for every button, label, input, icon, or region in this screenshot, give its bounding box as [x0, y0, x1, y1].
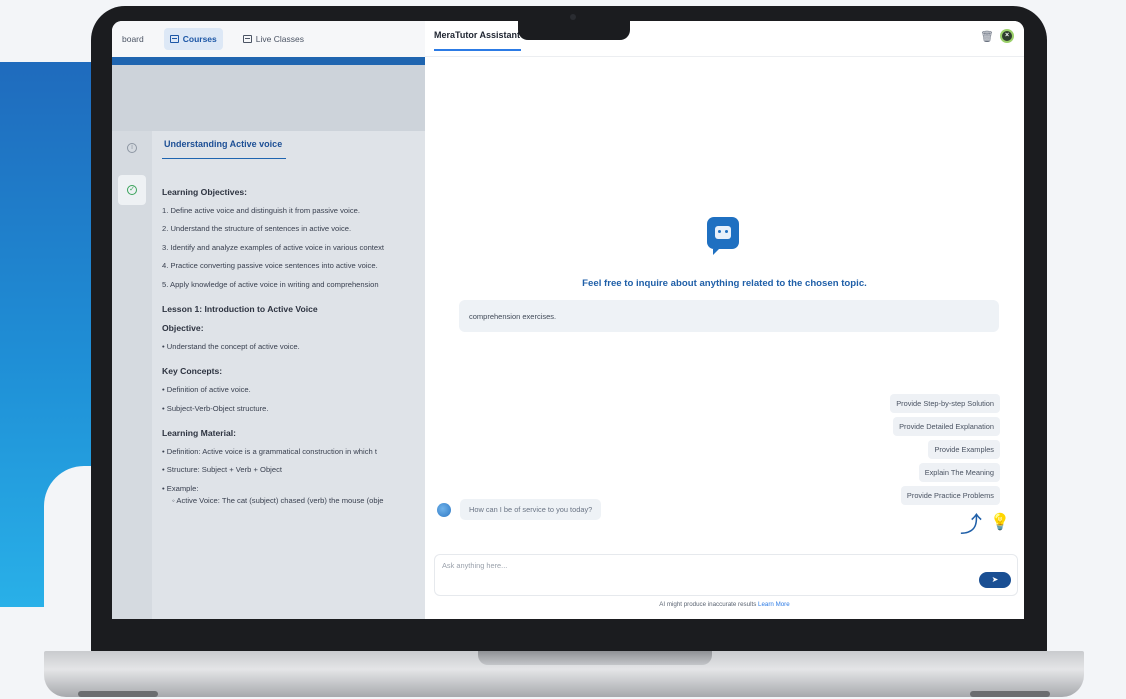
material-item: • Definition: Active voice is a grammati…	[162, 446, 377, 456]
chat-input[interactable]	[442, 561, 842, 570]
objective-item: 1. Define active voice and distinguish i…	[162, 205, 360, 215]
suggestion-detailed-explanation-button[interactable]: Provide Detailed Explanation	[893, 417, 1000, 436]
laptop-screen: board Courses Live Classes i ✓ Understan…	[112, 21, 1024, 619]
example-sub-item: ◦ Active Voice: The cat (subject) chased…	[172, 496, 384, 506]
camera-notch	[518, 6, 630, 40]
assistant-message-row: How can I be of service to you today?	[437, 499, 602, 520]
nav-courses-label: Courses	[182, 34, 217, 44]
send-button[interactable]: ➤	[979, 572, 1011, 588]
active-tab-underline	[434, 49, 521, 51]
info-icon[interactable]: i	[127, 143, 137, 153]
camera-icon	[570, 14, 576, 20]
top-navigation: board Courses Live Classes	[112, 21, 425, 57]
lesson1-title: Lesson 1: Introduction to Active Voice	[162, 304, 318, 315]
header-blue-band	[112, 57, 425, 65]
material-item: • Structure: Subject + Verb + Object	[162, 465, 283, 475]
laptop-foot-right	[970, 691, 1050, 697]
header-grey-band	[112, 65, 425, 131]
assistant-title[interactable]: MeraTutor Assistant	[434, 30, 520, 40]
material-item: • Example:	[162, 483, 199, 493]
robot-icon	[707, 217, 739, 255]
objective-label: Objective:	[162, 323, 204, 334]
nav-dashboard-label: board	[122, 34, 144, 44]
suggestion-explain-meaning-button[interactable]: Explain The Meaning	[918, 463, 1000, 482]
check-icon: ✓	[127, 185, 137, 195]
send-icon: ➤	[991, 575, 999, 584]
lightbulb-icon[interactable]: 💡	[990, 511, 1010, 535]
key-concept-item: • Subject-Verb-Object structure.	[162, 403, 269, 413]
nav-item-dashboard[interactable]: board	[116, 28, 150, 50]
welcome-message: Feel free to inquire about anything rela…	[582, 278, 867, 289]
laptop-base	[44, 651, 1084, 697]
disclaimer-label: AI might produce inaccurate results	[659, 601, 757, 608]
objective-item: 3. Identify and analyze examples of acti…	[162, 242, 385, 252]
laptop-opening-groove	[478, 651, 712, 665]
trash-icon[interactable]: 🗑	[980, 29, 994, 45]
objective-item: 4. Practice converting passive voice sen…	[162, 261, 378, 271]
courses-icon	[169, 35, 179, 43]
learn-more-link[interactable]: Learn More	[758, 601, 790, 608]
completed-check-button[interactable]: ✓	[118, 175, 146, 205]
chat-input-box: ➤	[434, 554, 1018, 596]
material-label: Learning Material:	[162, 428, 237, 439]
lesson-body: Understanding Active voice Learning Obje…	[152, 131, 425, 619]
key-concepts-label: Key Concepts:	[162, 366, 223, 377]
key-concept-item: • Definition of active voice.	[162, 385, 251, 395]
lesson-tab-title[interactable]: Understanding Active voice	[162, 139, 286, 160]
assistant-header: MeraTutor Assistant 🗑 ×	[425, 21, 1024, 57]
curved-arrow-icon: ⤴	[960, 512, 983, 537]
lesson-content-area: i ✓ Understanding Active voice Learning …	[112, 131, 425, 619]
nav-item-live-classes[interactable]: Live Classes	[237, 28, 310, 50]
course-app-background: board Courses Live Classes i ✓ Understan…	[112, 21, 425, 619]
assistant-avatar-icon	[437, 502, 451, 517]
assistant-message: How can I be of service to you today?	[460, 499, 602, 520]
laptop-foot-left	[78, 691, 158, 697]
user-prompt-message: comprehension exercises.	[459, 300, 999, 332]
suggestion-list: Provide Step-by-step Solution Provide De…	[890, 394, 1000, 505]
objective-item: 5. Apply knowledge of active voice in wr…	[162, 279, 379, 289]
objective-item: 2. Understand the structure of sentences…	[162, 224, 352, 234]
disclaimer-text: AI might produce inaccurate results Lear…	[425, 601, 1024, 608]
robot-face	[715, 226, 731, 239]
lesson-icon-rail: i ✓	[112, 131, 152, 619]
nav-item-courses[interactable]: Courses	[163, 28, 223, 50]
nav-live-classes-label: Live Classes	[255, 34, 304, 44]
suggestion-examples-button[interactable]: Provide Examples	[928, 440, 1000, 459]
suggestion-step-by-step-button[interactable]: Provide Step-by-step Solution	[890, 394, 1000, 413]
assistant-panel: MeraTutor Assistant 🗑 × Feel free to inq…	[425, 21, 1024, 619]
suggestion-practice-problems-button[interactable]: Provide Practice Problems	[900, 486, 1000, 505]
objective-text: • Understand the concept of active voice…	[162, 341, 300, 351]
close-icon[interactable]: ×	[1000, 29, 1014, 43]
objectives-heading: Learning Objectives:	[162, 187, 248, 198]
live-classes-icon	[242, 35, 252, 43]
